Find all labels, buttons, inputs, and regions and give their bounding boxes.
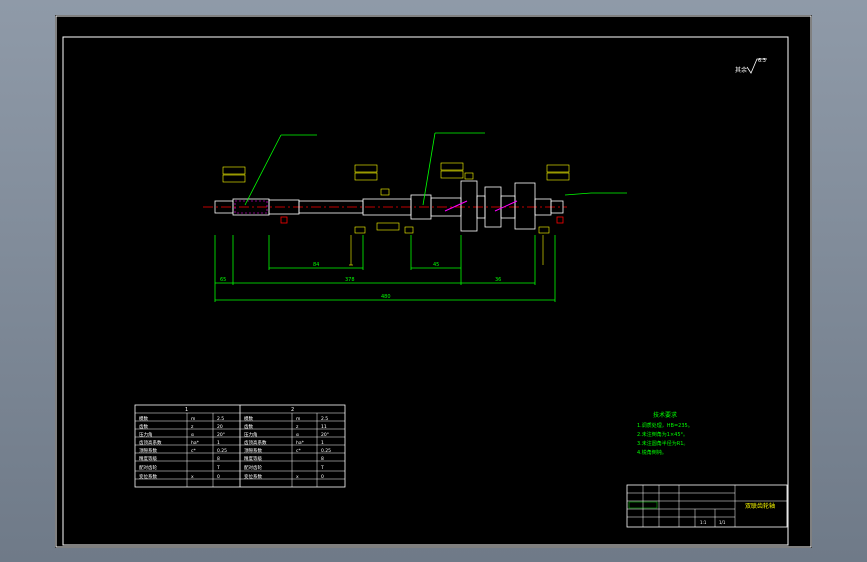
gear-table-cell: 齿顶高系数 — [244, 439, 267, 446]
gear-table-cell: ha* — [296, 440, 305, 446]
gear-table-cell: c* — [296, 448, 301, 454]
technical-requirements: 技术要求 1.调质处理，HB=235。 2.未注倒角为1×45°。 3.未注圆角… — [637, 411, 693, 456]
leader-lines — [214, 132, 627, 302]
gear-table: 1 2 — [134, 404, 346, 488]
tech-req-item: 3.未注圆角半径为R1。 — [637, 440, 688, 447]
title-block: 双联齿轮轴 1:1 1/1 — [626, 484, 788, 528]
gear-table-cell: 8 — [321, 456, 324, 462]
gear-table-cell: 压力角 — [139, 431, 153, 438]
svg-text:1: 1 — [185, 407, 188, 413]
gear-table-cell: 齿数 — [139, 423, 148, 430]
gear-table-cell: 变位系数 — [244, 473, 262, 480]
gear-table-cell: 齿数 — [244, 423, 253, 430]
gear-table-cell: 模数 — [244, 415, 253, 422]
tech-req-item: 4.锐角倒钝。 — [637, 449, 667, 456]
gear-table-cell: 0 — [217, 474, 220, 480]
gear-table-cell: x — [191, 475, 194, 480]
gear-table-cell: 2.5 — [321, 416, 328, 422]
gear-table-cell: 20° — [217, 432, 225, 438]
gear-table-cell: 精度等级 — [244, 455, 262, 462]
inner-frame — [62, 36, 789, 546]
gear-table-cell: 8 — [217, 456, 220, 462]
gear-table-cell: 配对齿轮 — [139, 464, 157, 471]
gear-table-cell: 11 — [321, 424, 327, 430]
gear-table-cell: 0 — [321, 474, 324, 480]
gear-table-cell: 模数 — [139, 415, 148, 422]
gear-table-cell: c* — [191, 448, 196, 454]
svg-text:45: 45 — [433, 262, 439, 268]
sheet-number: 1/1 — [719, 520, 726, 525]
gear-table-cell: 齿顶高系数 — [139, 439, 162, 446]
tolerance-frames — [222, 162, 570, 234]
gear-table-cell: 压力角 — [244, 431, 258, 438]
gear-table-cell: 0.25 — [217, 448, 227, 454]
cad-drawing: 其余 6.3 480 65 378 84 45 36 1 2 模数 m 2.5 … — [55, 15, 812, 548]
gear-table-cell: T — [320, 465, 324, 471]
gear-table-cell: T — [216, 465, 220, 471]
svg-text:2: 2 — [291, 407, 294, 413]
gear-table-cell: m — [191, 417, 195, 422]
svg-text:378: 378 — [345, 277, 355, 283]
svg-text:480: 480 — [381, 294, 391, 300]
gear-table-cell: 变位系数 — [139, 473, 157, 480]
drawing-sheet: 其余 6.3 480 65 378 84 45 36 1 2 模数 m 2.5 … — [55, 15, 812, 548]
outer-border — [55, 15, 812, 548]
gear-table-cell: 20 — [217, 424, 223, 430]
svg-text:65: 65 — [220, 277, 226, 283]
tech-req-item: 2.未注倒角为1×45°。 — [637, 431, 688, 438]
svg-text:6.3: 6.3 — [758, 58, 766, 64]
gear-table-cell: α — [296, 433, 299, 438]
svg-text:36: 36 — [495, 277, 501, 283]
gear-table-cell: 20° — [321, 432, 329, 438]
drawing-name: 双联齿轮轴 — [745, 502, 775, 510]
gear-table-cell: 1 — [217, 440, 220, 446]
gear-table-rows: 模数 m 2.5 模数 m 2.5齿数 z 20 齿数 z 11压力角 α 20° 压力角 α 20°齿顶高系… — [139, 415, 331, 480]
gear-table-cell: α — [191, 433, 194, 438]
gear-table-cell: 1 — [321, 440, 324, 446]
surface-ticks — [349, 235, 544, 266]
svg-text:其余: 其余 — [735, 66, 747, 74]
gear-table-cell: x — [296, 475, 299, 480]
gear-table-cell: m — [296, 417, 300, 422]
gear-table-cell: 顶隙系数 — [244, 447, 262, 454]
scale: 1:1 — [700, 520, 707, 525]
gear-table-cell: 配对齿轮 — [244, 464, 262, 471]
gear-table-cell: 精度等级 — [139, 455, 157, 462]
gear-table-cell: ha* — [191, 440, 200, 446]
roughness-symbol: 其余 6.3 — [735, 58, 767, 74]
tech-req-item: 1.调质处理，HB=235。 — [637, 422, 693, 429]
gear-table-cell: 2.5 — [217, 416, 224, 422]
svg-text:84: 84 — [313, 262, 319, 268]
shaft-drawing — [203, 180, 567, 232]
tech-req-title: 技术要求 — [653, 411, 677, 419]
gear-table-cell: 0.25 — [321, 448, 331, 454]
gear-table-cell: 顶隙系数 — [139, 447, 157, 454]
